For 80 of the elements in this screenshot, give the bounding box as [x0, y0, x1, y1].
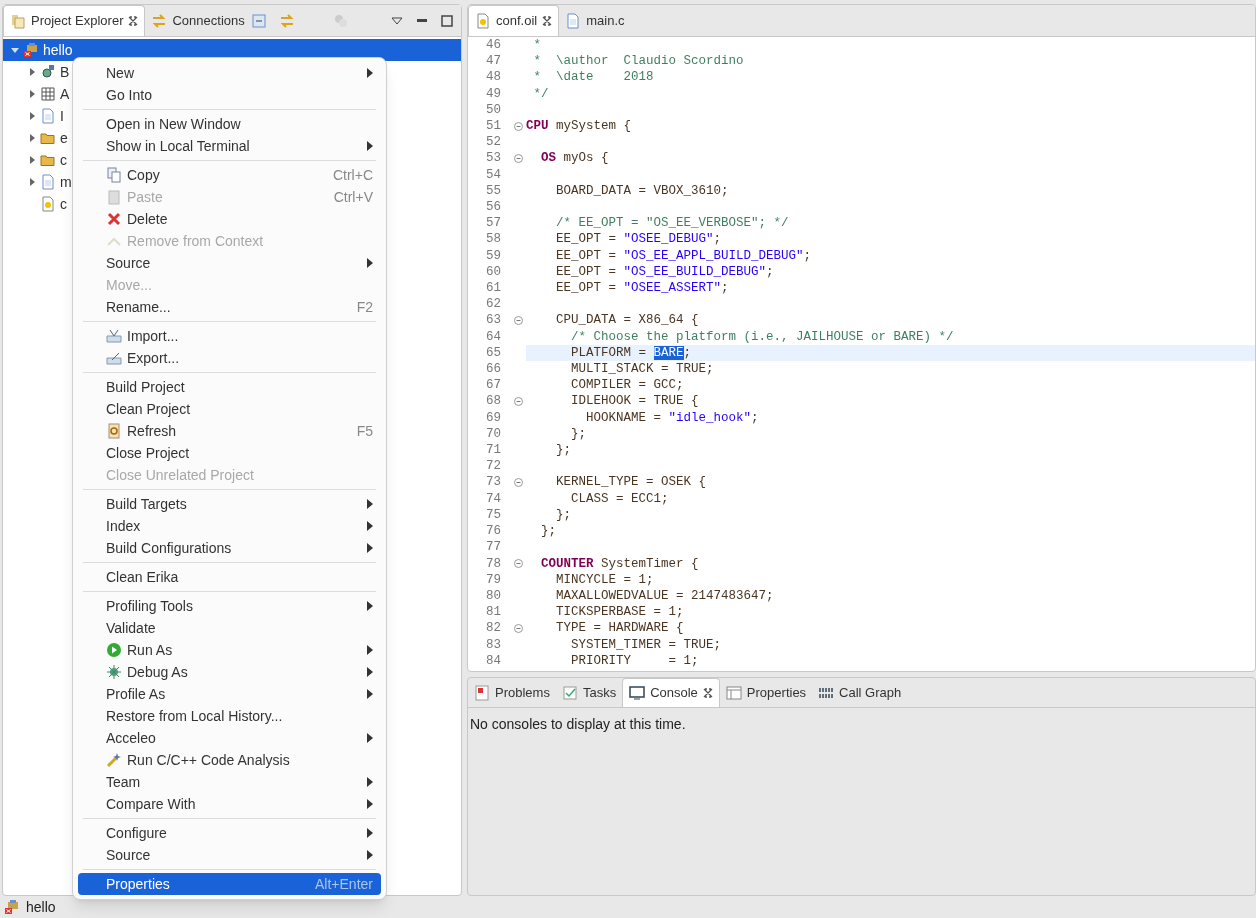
line-number: 67	[485, 377, 502, 394]
line-number: 78	[485, 555, 502, 572]
code-line: /* Choose the platform (i.e., JAILHOUSE or BARE) */	[570, 328, 955, 345]
code-line: COMPILER = GCC;	[570, 377, 685, 394]
tree-label: m	[60, 172, 72, 192]
code-line: EE_OPT = "OS_EE_BUILD_DEBUG";	[555, 263, 775, 281]
line-number: 75	[485, 506, 502, 524]
code-line: SYSTEM_TIMER = TRUE;	[570, 636, 723, 653]
line-number: 61	[485, 280, 502, 297]
line-number: 82	[485, 620, 502, 637]
line-number: 72	[485, 458, 502, 475]
line-number: 69	[485, 409, 502, 426]
code-line: OS myOs {	[540, 150, 610, 167]
tree-label: A	[60, 84, 70, 104]
line-number: 73	[485, 474, 502, 491]
line-number: 55	[485, 182, 502, 200]
code-line: };	[540, 523, 557, 540]
code-line: *	[532, 37, 542, 54]
line-number: 71	[485, 442, 502, 459]
line-number: 74	[485, 490, 502, 507]
line-number: 51	[485, 118, 502, 135]
line-number: 56	[485, 199, 502, 216]
code-line: CPU mySystem {	[526, 118, 633, 135]
code-line: CLASS = ECC1;	[570, 490, 670, 507]
code-line: COUNTER SystemTimer {	[540, 555, 700, 572]
code-line: EE_OPT = "OS_EE_APPL_BUILD_DEBUG";	[555, 247, 813, 264]
tree-label: e	[60, 128, 68, 148]
tree-label: hello	[43, 40, 73, 60]
line-number: 79	[485, 571, 502, 588]
line-number: 54	[485, 166, 502, 183]
tree-label: I	[60, 106, 64, 126]
line-number: 62	[485, 296, 502, 313]
console-message: No consoles to display at this time.	[470, 716, 686, 732]
tree-label: B	[60, 62, 70, 82]
code-line: IDLEHOOK = TRUE {	[570, 393, 700, 410]
code-line: HOOKNAME = "idle_hook";	[585, 409, 760, 426]
code-line: };	[555, 442, 572, 459]
code-line: PRIORITY = 1;	[570, 652, 700, 669]
line-number: 50	[485, 101, 502, 118]
line-number: 70	[485, 425, 502, 443]
line-number: 46	[485, 37, 502, 54]
line-number: 63	[485, 312, 502, 329]
line-number: 47	[485, 53, 502, 70]
line-number: 66	[485, 361, 502, 378]
line-number: 64	[485, 328, 502, 345]
code-line: KERNEL_TYPE = OSEK {	[555, 474, 708, 491]
line-number: 84	[485, 652, 502, 669]
line-number: 57	[485, 215, 502, 232]
code-line: MULTI_STACK = TRUE;	[570, 361, 715, 378]
code-line: MAXALLOWEDVALUE = 2147483647;	[555, 587, 775, 605]
code-line: };	[555, 506, 572, 524]
line-number: 77	[485, 539, 502, 556]
line-number: 48	[485, 69, 502, 86]
code-line: TICKSPERBASE = 1;	[555, 604, 685, 621]
code-line: EE_OPT = "OSEE_ASSERT";	[555, 280, 730, 297]
tree-label: c	[60, 194, 67, 214]
code-line: * \date 2018	[532, 69, 655, 86]
line-number: 83	[485, 636, 502, 653]
status-text: hello	[26, 897, 56, 917]
line-number: 80	[485, 587, 502, 605]
line-number: 58	[485, 231, 502, 248]
line-number: 59	[485, 247, 502, 264]
code-line: };	[570, 425, 587, 443]
code-line: */	[532, 85, 550, 102]
code-line: BOARD_DATA = VBOX_3610;	[555, 182, 730, 200]
line-number: 65	[485, 344, 502, 362]
line-number: 49	[485, 85, 502, 102]
line-number: 81	[485, 604, 502, 621]
code-line: MINCYCLE = 1;	[555, 571, 655, 588]
code-line: /* EE_OPT = "OS_EE_VERBOSE"; */	[555, 215, 790, 232]
line-number: 60	[485, 263, 502, 281]
line-number: 52	[485, 134, 502, 151]
line-number: 68	[485, 393, 502, 410]
tree-label: c	[60, 150, 67, 170]
line-number: 53	[485, 150, 502, 167]
line-number: 76	[485, 523, 502, 540]
code-line: EE_OPT = "OSEE_DEBUG";	[555, 231, 723, 248]
code-line: CPU_DATA = X86_64 {	[555, 312, 700, 329]
code-line: TYPE = HARDWARE {	[555, 620, 685, 637]
code-line: * \author Claudio Scordino	[532, 53, 745, 70]
